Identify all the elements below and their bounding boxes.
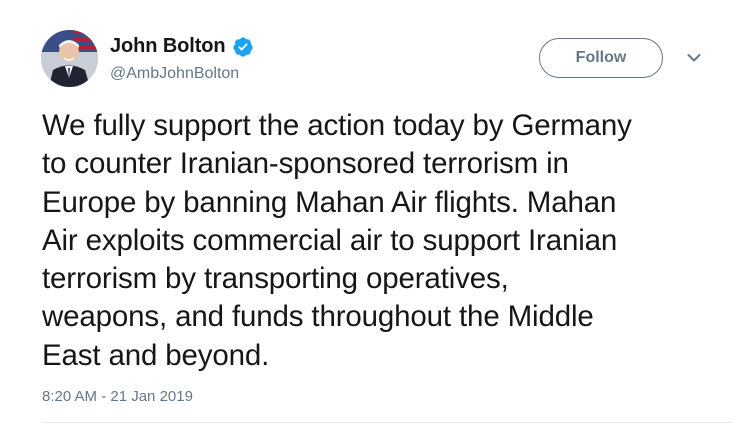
follow-button[interactable]: Follow bbox=[539, 38, 663, 78]
tweet-text-line: Air exploits commercial air to support I… bbox=[42, 223, 618, 257]
avatar[interactable] bbox=[41, 30, 98, 87]
tweet-text: We fully support the action today by Ger… bbox=[42, 107, 732, 375]
avatar-image bbox=[41, 30, 98, 87]
tweet-text-line: to counter Iranian-sponsored terrorism i… bbox=[42, 147, 569, 181]
tweet-text-line: Europe by banning Mahan Air flights. Mah… bbox=[42, 185, 617, 219]
author-name-row: John Bolton bbox=[110, 35, 254, 58]
tweet-text-line: terrorism by transporting operatives, bbox=[42, 262, 509, 296]
tweet-text-line: weapons, and funds throughout the Middle bbox=[42, 300, 594, 334]
tweet-text-line: We fully support the action today by Ger… bbox=[42, 109, 632, 142]
author-display-name[interactable]: John Bolton bbox=[110, 35, 226, 58]
tweet-text-line: East and beyond. bbox=[42, 338, 270, 372]
chevron-down-icon[interactable] bbox=[687, 53, 701, 63]
author-handle[interactable]: @AmbJohnBolton bbox=[110, 65, 239, 83]
verified-badge-icon bbox=[232, 36, 254, 58]
divider bbox=[42, 422, 732, 423]
tweet-timestamp[interactable]: 8:20 AM - 21 Jan 2019 bbox=[42, 388, 193, 405]
tweet-card: John Bolton @AmbJohnBolton Follow We ful… bbox=[0, 0, 750, 428]
